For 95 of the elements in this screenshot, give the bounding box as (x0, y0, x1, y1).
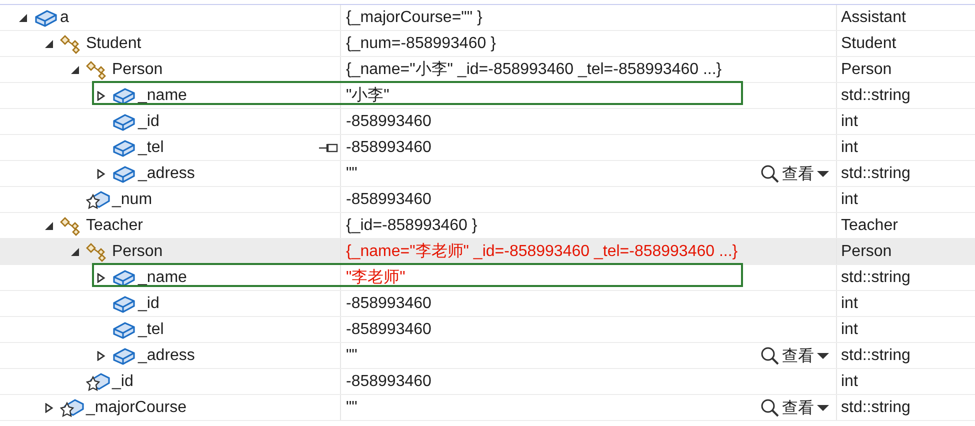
variable-type: std::string (841, 268, 910, 286)
field-icon (112, 294, 136, 314)
field-icon (112, 320, 136, 340)
variable-type: Person (841, 242, 892, 260)
watch-row[interactable]: _tel -858993460 int (0, 317, 975, 343)
collapsed-triangle-icon[interactable] (96, 350, 106, 360)
field-icon (112, 138, 136, 158)
variable-value: {_majorCourse="" } (346, 8, 482, 26)
variable-value: {_num=-858993460 } (346, 34, 496, 52)
variable-type: Teacher (841, 216, 898, 234)
variable-name: _adress (138, 164, 195, 182)
watch-row[interactable]: _id -858993460 int (0, 109, 975, 135)
variable-type: int (841, 190, 858, 208)
expanded-triangle-icon[interactable] (18, 12, 28, 22)
watch-row[interactable]: _id -858993460 int (0, 291, 975, 317)
variable-name: _tel (138, 320, 164, 338)
variable-name: _adress (138, 346, 195, 364)
watch-row[interactable]: _id -858993460 int (0, 369, 975, 395)
expanded-triangle-icon[interactable] (70, 246, 80, 256)
field-icon (112, 268, 136, 288)
collapsed-triangle-icon[interactable] (96, 168, 106, 178)
variable-value: "" (346, 398, 358, 416)
variable-type: std::string (841, 398, 910, 416)
watch-row[interactable]: _adress "" 查看 std::string (0, 161, 975, 187)
variable-value: {_name="李老师" _id=-858993460 _tel=-858993460 ...} (346, 242, 738, 262)
variable-name: _tel (138, 138, 164, 156)
variable-name: a (60, 8, 69, 26)
variable-name: _name (138, 86, 187, 104)
watch-row[interactable]: _majorCourse "" 查看 std::string (0, 395, 975, 421)
variable-type: Assistant (841, 8, 906, 26)
static-field-icon (60, 398, 84, 418)
watch-row[interactable]: _name "小李" std::string (0, 83, 975, 109)
variable-type: std::string (841, 346, 910, 364)
variable-type: int (841, 320, 858, 338)
variable-value: "" (346, 346, 358, 364)
variable-name: Person (112, 60, 163, 78)
view-button[interactable]: 查看 (758, 345, 832, 367)
watch-row[interactable]: Student {_num=-858993460 } Student (0, 31, 975, 57)
expanded-triangle-icon[interactable] (44, 38, 54, 48)
variable-name: _num (112, 190, 152, 208)
variable-value: {_id=-858993460 } (346, 216, 478, 234)
search-icon (760, 398, 780, 418)
variable-value: -858993460 (346, 372, 432, 390)
field-icon (34, 8, 58, 28)
collapsed-triangle-icon[interactable] (96, 272, 106, 282)
watch-row[interactable]: _num -858993460 int (0, 187, 975, 213)
variable-name: _id (138, 294, 160, 312)
variable-value: "李老师" (346, 268, 406, 288)
variable-type: std::string (841, 164, 910, 182)
watch-row[interactable]: a {_majorCourse="" } Assistant (0, 5, 975, 31)
variable-type: int (841, 372, 858, 390)
field-icon (112, 112, 136, 132)
variable-type: int (841, 112, 858, 130)
collapsed-triangle-icon[interactable] (96, 90, 106, 100)
variable-name: _name (138, 268, 187, 286)
collapsed-triangle-icon[interactable] (44, 402, 54, 412)
expanded-triangle-icon[interactable] (70, 64, 80, 74)
expanded-triangle-icon[interactable] (44, 220, 54, 230)
variable-name: _id (112, 372, 134, 390)
static-field-icon (86, 372, 110, 392)
variable-value: "小李" (346, 86, 390, 106)
variable-value: -858993460 (346, 138, 432, 156)
variable-value: {_name="小李" _id=-858993460 _tel=-858993460 ...} (346, 60, 722, 80)
variable-value: -858993460 (346, 320, 432, 338)
variable-value: -858993460 (346, 112, 432, 130)
watch-row[interactable]: Person {_name="小李" _id=-858993460 _tel=-858993460 ...} Person (0, 57, 975, 83)
field-icon (112, 86, 136, 106)
view-button[interactable]: 查看 (758, 163, 832, 185)
variable-type: int (841, 138, 858, 156)
watch-row[interactable]: _tel -858993460 int (0, 135, 975, 161)
caret-icon (816, 352, 830, 360)
variable-name: Person (112, 242, 163, 260)
search-icon (760, 164, 780, 184)
variable-name: _id (138, 112, 160, 130)
variable-value: -858993460 (346, 190, 432, 208)
caret-icon (816, 404, 830, 412)
variable-name: _majorCourse (86, 398, 186, 416)
field-icon (112, 346, 136, 366)
variable-type: Student (841, 34, 896, 52)
field-icon (112, 164, 136, 184)
variable-type: int (841, 294, 858, 312)
watch-row[interactable]: _adress "" 查看 std::string (0, 343, 975, 369)
caret-icon (816, 170, 830, 178)
variable-value: -858993460 (346, 294, 432, 312)
variable-name: Teacher (86, 216, 143, 234)
variable-type: std::string (841, 86, 910, 104)
pin-icon[interactable] (318, 143, 338, 153)
variable-value: "" (346, 164, 358, 182)
view-button[interactable]: 查看 (758, 397, 832, 419)
static-field-icon (86, 190, 110, 210)
watch-row[interactable]: Person {_name="李老师" _id=-858993460 _tel=-858993460 ...} Person (0, 239, 975, 265)
search-icon (760, 346, 780, 366)
variable-name: Student (86, 34, 142, 52)
variable-type: Person (841, 60, 892, 78)
watch-row[interactable]: _name "李老师" std::string (0, 265, 975, 291)
